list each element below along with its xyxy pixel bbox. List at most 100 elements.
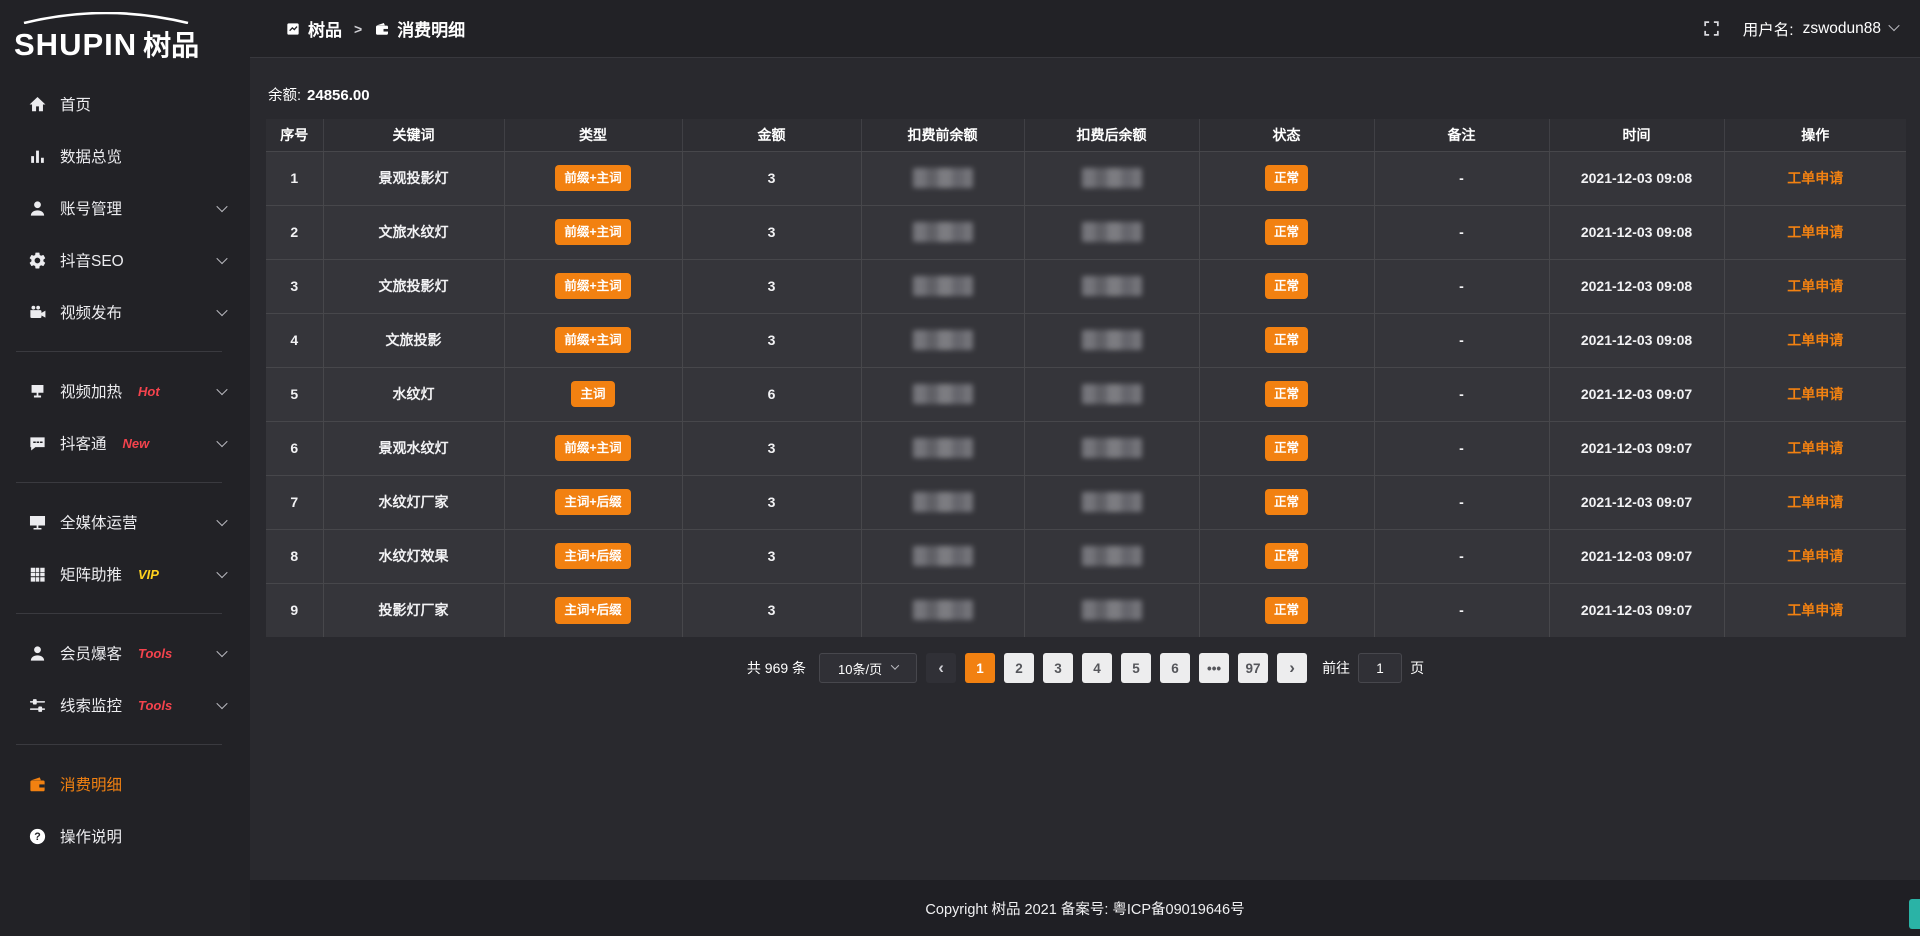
wallet-icon bbox=[28, 775, 47, 794]
work-order-link[interactable]: 工单申请 bbox=[1787, 602, 1843, 618]
fullscreen-icon[interactable] bbox=[1702, 19, 1721, 38]
status-badge: 正常 bbox=[1265, 273, 1308, 300]
bc-app-icon bbox=[285, 21, 301, 37]
sidebar-item-video-publish[interactable]: 视频发布 bbox=[0, 286, 250, 338]
page-size-select[interactable]: 10条/页 bbox=[819, 653, 917, 683]
cell-status: 正常 bbox=[1199, 421, 1374, 475]
home-icon bbox=[28, 95, 47, 114]
cell-keyword: 水纹灯 bbox=[323, 367, 504, 421]
cell-action: 工单申请 bbox=[1724, 529, 1906, 583]
column-header-4: 扣费前余额 bbox=[861, 119, 1024, 151]
type-badge: 主词 bbox=[571, 381, 614, 408]
work-order-link[interactable]: 工单申请 bbox=[1787, 548, 1843, 564]
sidebar-item-label: 线索监控 bbox=[60, 694, 122, 716]
breadcrumb-item-shupin[interactable]: 树品 bbox=[285, 16, 342, 41]
sidebar-item-douketong[interactable]: 抖客通 New bbox=[0, 417, 250, 469]
cell-keyword: 水纹灯效果 bbox=[323, 529, 504, 583]
page-button-4[interactable]: 4 bbox=[1082, 653, 1112, 683]
status-badge: 正常 bbox=[1265, 219, 1308, 246]
footer: Copyright 树品 2021 备案号: 粤ICP备09019646号 bbox=[250, 880, 1920, 936]
work-order-link[interactable]: 工单申请 bbox=[1787, 386, 1843, 402]
user-icon bbox=[28, 199, 47, 218]
work-order-link[interactable]: 工单申请 bbox=[1787, 332, 1843, 348]
sidebar-item-douyin-seo[interactable]: 抖音SEO bbox=[0, 234, 250, 286]
cell-index: 8 bbox=[266, 529, 323, 583]
cell-status: 正常 bbox=[1199, 151, 1374, 205]
chevron-down-icon bbox=[216, 515, 227, 526]
cell-keyword: 水纹灯厂家 bbox=[323, 475, 504, 529]
sidebar-item-label: 抖客通 bbox=[60, 432, 107, 454]
sidebar-item-operation-guide[interactable]: ? 操作说明 bbox=[0, 810, 250, 862]
chat-icon bbox=[28, 434, 47, 453]
sidebar-item-data-overview[interactable]: 数据总览 bbox=[0, 130, 250, 182]
page-button-1[interactable]: 1 bbox=[965, 653, 995, 683]
cell-balance-after bbox=[1024, 313, 1199, 367]
sidebar-item-video-heating[interactable]: 视频加热 Hot bbox=[0, 365, 250, 417]
topbar-right: 用户名: zswodun88 bbox=[1702, 18, 1898, 40]
sidebar-item-label: 消费明细 bbox=[60, 773, 122, 795]
status-badge: 正常 bbox=[1265, 435, 1308, 462]
wallet-icon bbox=[374, 21, 390, 37]
pagination: 共 969 条 10条/页 ‹ 123456•••97 › 前往 页 bbox=[266, 653, 1905, 683]
cell-type: 主词+后缀 bbox=[504, 583, 682, 637]
page-button-97[interactable]: 97 bbox=[1238, 653, 1268, 683]
cell-status: 正常 bbox=[1199, 475, 1374, 529]
cell-balance-after bbox=[1024, 259, 1199, 313]
redacted-value bbox=[1082, 438, 1142, 458]
balance: 余额:24856.00 bbox=[268, 84, 1905, 105]
cell-remark: - bbox=[1374, 421, 1549, 475]
sidebar-item-label: 矩阵助推 bbox=[60, 563, 122, 585]
page-button-3[interactable]: 3 bbox=[1043, 653, 1073, 683]
next-page-button[interactable]: › bbox=[1277, 653, 1307, 683]
chevron-down-icon bbox=[216, 698, 227, 709]
status-badge: 正常 bbox=[1265, 489, 1308, 516]
sidebar-item-all-media-operation[interactable]: 全媒体运营 bbox=[0, 496, 250, 548]
chart-icon bbox=[28, 147, 47, 166]
work-order-link[interactable]: 工单申请 bbox=[1787, 440, 1843, 456]
cell-action: 工单申请 bbox=[1724, 367, 1906, 421]
cell-time: 2021-12-03 09:07 bbox=[1549, 367, 1724, 421]
page-button-2[interactable]: 2 bbox=[1004, 653, 1034, 683]
more-pages-button[interactable]: ••• bbox=[1199, 653, 1229, 683]
work-order-link[interactable]: 工单申请 bbox=[1787, 494, 1843, 510]
sidebar-divider bbox=[16, 482, 222, 483]
table-row: 8水纹灯效果主词+后缀3正常-2021-12-03 09:07工单申请 bbox=[266, 529, 1906, 583]
chevron-down-icon bbox=[216, 201, 227, 212]
page-button-6[interactable]: 6 bbox=[1160, 653, 1190, 683]
cell-type: 前缀+主词 bbox=[504, 421, 682, 475]
sidebar: SHUPIN 树品 首页 数据总览 账号管理 抖音SEO 视频发布 bbox=[0, 0, 250, 936]
logo-text-cn: 树品 bbox=[143, 24, 199, 64]
cell-amount: 3 bbox=[682, 421, 861, 475]
side-widget-tab[interactable] bbox=[1909, 899, 1920, 929]
prev-page-button[interactable]: ‹ bbox=[926, 653, 956, 683]
cell-time: 2021-12-03 09:08 bbox=[1549, 259, 1724, 313]
page-button-5[interactable]: 5 bbox=[1121, 653, 1151, 683]
table-row: 5水纹灯主词6正常-2021-12-03 09:07工单申请 bbox=[266, 367, 1906, 421]
sidebar-item-account-management[interactable]: 账号管理 bbox=[0, 182, 250, 234]
user-dropdown[interactable]: 用户名: zswodun88 bbox=[1743, 18, 1898, 40]
work-order-link[interactable]: 工单申请 bbox=[1787, 170, 1843, 186]
cell-remark: - bbox=[1374, 583, 1549, 637]
cell-remark: - bbox=[1374, 475, 1549, 529]
sidebar-item-matrix-boost[interactable]: 矩阵助推 VIP bbox=[0, 548, 250, 600]
sidebar-item-member-burst[interactable]: 会员爆客 Tools bbox=[0, 627, 250, 679]
cell-balance-before bbox=[861, 313, 1024, 367]
cell-time: 2021-12-03 09:07 bbox=[1549, 475, 1724, 529]
sidebar-item-lead-monitoring[interactable]: 线索监控 Tools bbox=[0, 679, 250, 731]
redacted-value bbox=[913, 276, 973, 296]
type-badge: 主词+后缀 bbox=[555, 489, 630, 516]
type-badge: 前缀+主词 bbox=[555, 327, 630, 354]
sidebar-item-consumption-details[interactable]: 消费明细 bbox=[0, 758, 250, 810]
chevron-down-icon bbox=[216, 305, 227, 316]
cell-keyword: 投影灯厂家 bbox=[323, 583, 504, 637]
question-icon: ? bbox=[28, 827, 47, 846]
total-count: 共 969 条 bbox=[747, 658, 806, 678]
goto-page-input[interactable] bbox=[1358, 653, 1402, 683]
work-order-link[interactable]: 工单申请 bbox=[1787, 278, 1843, 294]
breadcrumb-separator: > bbox=[354, 21, 362, 37]
table-row: 6景观水纹灯前缀+主词3正常-2021-12-03 09:07工单申请 bbox=[266, 421, 1906, 475]
work-order-link[interactable]: 工单申请 bbox=[1787, 224, 1843, 240]
sidebar-menu: 首页 数据总览 账号管理 抖音SEO 视频发布 视频加热 Hot 抖客通 New bbox=[0, 64, 250, 862]
sidebar-item-home[interactable]: 首页 bbox=[0, 78, 250, 130]
breadcrumb-item-consumption-details[interactable]: 消费明细 bbox=[374, 16, 465, 41]
